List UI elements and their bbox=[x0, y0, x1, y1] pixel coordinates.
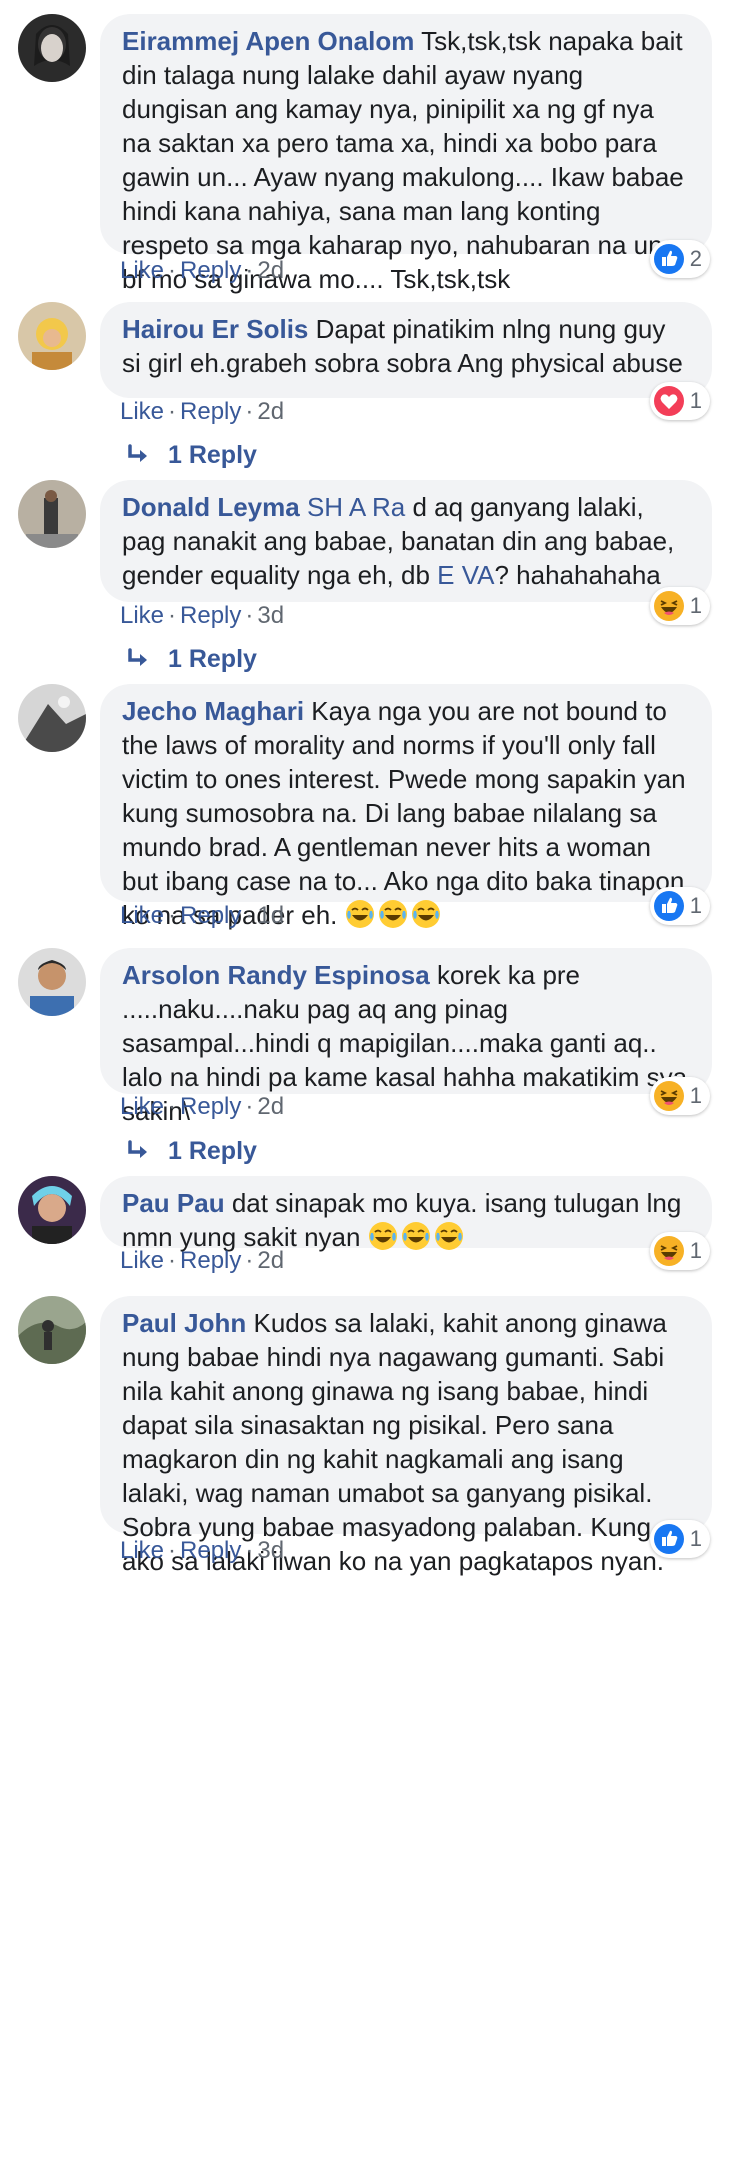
comment-author[interactable]: Donald Leyma bbox=[122, 492, 300, 522]
reaction-count: 1 bbox=[689, 1526, 702, 1551]
comment-bubble: Eirammej Apen Onalom Tsk,tsk,tsk napaka … bbox=[100, 14, 712, 294]
comment-bubble: Jecho Maghari Kaya nga you are not bound… bbox=[100, 684, 712, 930]
reaction-count: 1 bbox=[689, 388, 702, 413]
replies-count[interactable]: 1 Reply bbox=[168, 645, 257, 674]
comment-bubble: Hairou Er Solis Dapat pinatikim nlng nun… bbox=[100, 302, 712, 398]
tagged-user[interactable]: E VA bbox=[437, 560, 494, 590]
love-reaction-icon bbox=[654, 386, 684, 416]
avatar[interactable] bbox=[18, 684, 86, 752]
reaction-count: 2 bbox=[689, 246, 702, 271]
timestamp[interactable]: 2d bbox=[257, 398, 284, 425]
emoji-row bbox=[368, 1222, 467, 1252]
tears-of-joy-emoji bbox=[434, 1221, 464, 1251]
like-link[interactable]: Like bbox=[120, 602, 164, 629]
avatar[interactable] bbox=[18, 480, 86, 548]
comment-actions: Like · Reply · 3d bbox=[120, 1537, 285, 1564]
comment-actions: Like · Reply · 1d bbox=[120, 902, 285, 929]
avatar[interactable] bbox=[18, 302, 86, 370]
like-link[interactable]: Like bbox=[120, 398, 164, 425]
avatar[interactable] bbox=[18, 948, 86, 1016]
comment-actions: Like · Reply · 3d bbox=[120, 602, 285, 629]
like-link[interactable]: Like bbox=[120, 1247, 164, 1274]
reply-link[interactable]: Reply bbox=[180, 902, 241, 929]
haha-reaction-icon bbox=[654, 1236, 684, 1266]
reply-arrow-icon bbox=[124, 440, 154, 470]
reaction-summary[interactable]: 1 bbox=[649, 1232, 710, 1270]
reaction-count: 1 bbox=[689, 593, 702, 618]
like-link[interactable]: Like bbox=[120, 257, 164, 284]
comment-actions: Like · Reply · 2d bbox=[120, 1247, 285, 1274]
comment-author[interactable]: Eirammej Apen Onalom bbox=[122, 26, 414, 56]
comment-text: Tsk,tsk,tsk napaka bait din talaga nung … bbox=[122, 26, 684, 294]
reaction-count: 1 bbox=[689, 1238, 702, 1263]
avatar[interactable] bbox=[18, 1176, 86, 1244]
view-replies-link[interactable]: 1 Reply bbox=[124, 440, 257, 470]
replies-count[interactable]: 1 Reply bbox=[168, 1137, 257, 1166]
comment-actions: Like · Reply · 2d bbox=[120, 398, 285, 425]
like-reaction-icon bbox=[654, 891, 684, 921]
reaction-summary[interactable]: 1 bbox=[649, 1520, 710, 1558]
replies-count[interactable]: 1 Reply bbox=[168, 441, 257, 470]
reaction-summary[interactable]: 1 bbox=[649, 587, 710, 625]
timestamp[interactable]: 2d bbox=[257, 1093, 284, 1120]
tears-of-joy-emoji bbox=[378, 899, 408, 929]
haha-reaction-icon bbox=[654, 1081, 684, 1111]
reaction-summary[interactable]: 1 bbox=[649, 1077, 710, 1115]
reply-link[interactable]: Reply bbox=[180, 398, 241, 425]
timestamp[interactable]: 2d bbox=[257, 1247, 284, 1274]
comment-author[interactable]: Arsolon Randy Espinosa bbox=[122, 960, 430, 990]
view-replies-link[interactable]: 1 Reply bbox=[124, 644, 257, 674]
comment-author[interactable]: Pau Pau bbox=[122, 1188, 225, 1218]
haha-reaction-icon bbox=[654, 591, 684, 621]
tears-of-joy-emoji bbox=[401, 1221, 431, 1251]
comment-bubble: Donald Leyma SH A Ra d aq ganyang lalaki… bbox=[100, 480, 712, 602]
view-replies-link[interactable]: 1 Reply bbox=[124, 1136, 257, 1166]
timestamp[interactable]: 3d bbox=[257, 1537, 284, 1564]
comment-author[interactable]: Jecho Maghari bbox=[122, 696, 304, 726]
reaction-summary[interactable]: 2 bbox=[649, 240, 710, 278]
comment-actions: Like · Reply · 2d bbox=[120, 1093, 285, 1120]
reply-arrow-icon bbox=[124, 1136, 154, 1166]
like-link[interactable]: Like bbox=[120, 1093, 164, 1120]
comment-bubble: Arsolon Randy Espinosa korek ka pre ....… bbox=[100, 948, 712, 1126]
comment-text: ? hahahahaha bbox=[494, 560, 661, 590]
comment-author[interactable]: Paul John bbox=[122, 1308, 246, 1338]
comment-text: Kaya nga you are not bound to the laws o… bbox=[122, 696, 686, 930]
reply-link[interactable]: Reply bbox=[180, 257, 241, 284]
tagged-user[interactable]: SH A Ra bbox=[307, 492, 405, 522]
like-reaction-icon bbox=[654, 244, 684, 274]
emoji-row bbox=[345, 898, 444, 932]
comment-bubble: Paul John Kudos sa lalaki, kahit anong g… bbox=[100, 1296, 712, 1576]
timestamp[interactable]: 3d bbox=[257, 602, 284, 629]
comment-author[interactable]: Hairou Er Solis bbox=[122, 314, 308, 344]
timestamp[interactable]: 1d bbox=[257, 902, 284, 929]
timestamp[interactable]: 2d bbox=[257, 257, 284, 284]
reply-link[interactable]: Reply bbox=[180, 602, 241, 629]
reply-link[interactable]: Reply bbox=[180, 1247, 241, 1274]
like-reaction-icon bbox=[654, 1524, 684, 1554]
reaction-summary[interactable]: 1 bbox=[649, 887, 710, 925]
like-link[interactable]: Like bbox=[120, 902, 164, 929]
avatar[interactable] bbox=[18, 14, 86, 82]
tears-of-joy-emoji bbox=[411, 899, 441, 929]
tears-of-joy-emoji bbox=[345, 899, 375, 929]
like-link[interactable]: Like bbox=[120, 1537, 164, 1564]
reaction-count: 1 bbox=[689, 893, 702, 918]
reaction-summary[interactable]: 1 bbox=[649, 382, 710, 420]
comment-actions: Like · Reply · 2d bbox=[120, 257, 285, 284]
reply-link[interactable]: Reply bbox=[180, 1093, 241, 1120]
tears-of-joy-emoji bbox=[368, 1221, 398, 1251]
reply-arrow-icon bbox=[124, 644, 154, 674]
reaction-count: 1 bbox=[689, 1083, 702, 1108]
avatar[interactable] bbox=[18, 1296, 86, 1364]
reply-link[interactable]: Reply bbox=[180, 1537, 241, 1564]
comment-bubble: Pau Pau dat sinapak mo kuya. isang tulug… bbox=[100, 1176, 712, 1252]
